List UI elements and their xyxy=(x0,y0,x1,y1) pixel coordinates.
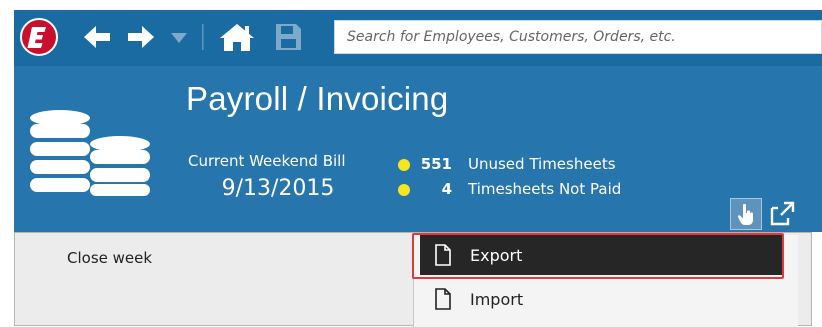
popout-button[interactable] xyxy=(766,198,798,230)
app-logo[interactable] xyxy=(20,18,58,56)
arrow-right-icon[interactable] xyxy=(124,22,158,52)
stack-icon xyxy=(30,110,150,196)
status-dot-icon xyxy=(398,159,410,171)
stat-count: 551 xyxy=(420,155,452,173)
menu-item-label: Import xyxy=(470,290,524,309)
stat-count: 4 xyxy=(441,180,452,198)
logo-letter-icon xyxy=(27,27,46,48)
stat-label: Timesheets Not Paid xyxy=(468,180,622,198)
current-weekend-bill-label: Current Weekend Bill xyxy=(188,152,346,170)
arrow-left-icon[interactable] xyxy=(80,22,114,52)
toolbar-divider xyxy=(202,24,204,50)
top-toolbar xyxy=(14,10,822,66)
global-search[interactable] xyxy=(334,20,822,54)
search-input[interactable] xyxy=(335,21,821,53)
current-weekend-bill-date: 9/13/2015 xyxy=(221,176,335,201)
menu-item-import[interactable]: Import xyxy=(420,279,784,319)
page-header: Payroll / Invoicing Current Weekend Bill… xyxy=(14,66,822,232)
popout-icon xyxy=(770,201,795,226)
action-menu-button[interactable] xyxy=(730,198,762,230)
save-icon[interactable] xyxy=(272,22,304,52)
selection-highlight xyxy=(412,233,784,279)
page-title: Payroll / Invoicing xyxy=(186,80,449,117)
document-icon xyxy=(435,288,451,310)
stat-label: Unused Timesheets xyxy=(468,155,616,173)
status-dot-icon xyxy=(398,184,410,196)
home-icon[interactable] xyxy=(218,22,256,52)
chevron-down-icon[interactable] xyxy=(168,22,190,52)
hand-pointer-icon xyxy=(737,203,753,225)
window-top-edge xyxy=(0,0,822,8)
close-week-link[interactable]: Close week xyxy=(67,249,152,267)
